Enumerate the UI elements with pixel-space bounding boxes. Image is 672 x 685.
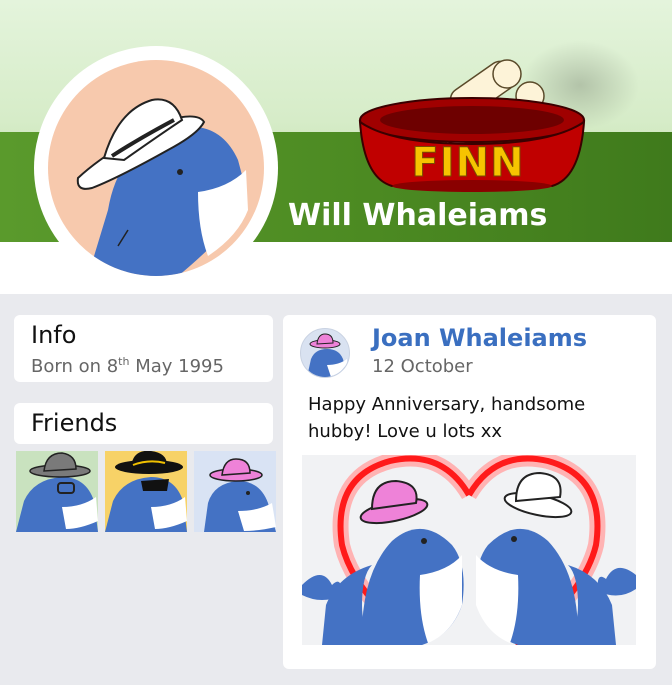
post-author-avatar[interactable]: [300, 328, 350, 378]
whale-avatar-icon: [76, 98, 248, 276]
friends-card: Friends: [14, 403, 273, 444]
whale-black-hat-icon: [105, 451, 187, 532]
whale-white-hat-icon: [476, 471, 636, 645]
birthday-text: Born on 8th May 1995: [31, 355, 224, 377]
info-title: Info: [31, 321, 77, 349]
post-text: Happy Anniversary, handsome hubby! Love …: [308, 394, 586, 442]
bowl-name-text: FINN: [411, 140, 525, 187]
whale-couple-heart-image: [302, 455, 636, 645]
post-image[interactable]: [302, 455, 636, 645]
friend-thumbnail-3[interactable]: [194, 451, 276, 532]
whale-pink-hat-icon: [302, 479, 464, 645]
whale-grey-hat-icon: [16, 452, 98, 532]
post-author-name[interactable]: Joan Whaleiams: [372, 324, 587, 352]
post-date[interactable]: 12 October: [372, 356, 473, 377]
profile-name[interactable]: Will Whaleiams: [288, 198, 547, 233]
friend-thumbnail-1[interactable]: [16, 451, 98, 532]
info-card: Info Born on 8th May 1995: [14, 315, 273, 382]
friend-thumbnail-2[interactable]: [105, 451, 187, 532]
profile-avatar[interactable]: [48, 60, 264, 276]
whale-pink-hat-icon: [307, 333, 347, 377]
whale-pink-hat-icon: [204, 458, 276, 532]
friends-title[interactable]: Friends: [31, 409, 117, 437]
